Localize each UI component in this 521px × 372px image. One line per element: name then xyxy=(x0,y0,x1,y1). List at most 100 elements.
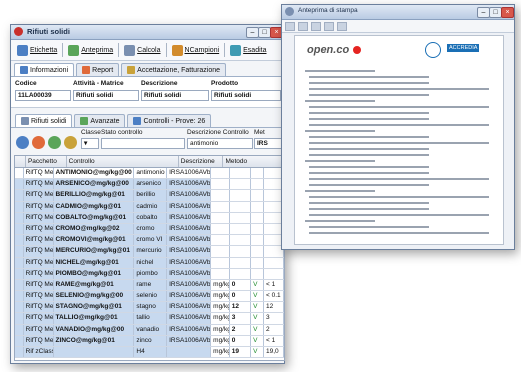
cell-value[interactable] xyxy=(229,235,252,246)
cell-ok[interactable] xyxy=(251,235,265,246)
cell-ok[interactable] xyxy=(251,190,265,201)
cell-value[interactable]: 0 xyxy=(229,291,252,302)
table-row[interactable]: RifTQ MetalliARSENICO@mg/kg@00arsenicoIR… xyxy=(15,179,284,191)
cell-ok[interactable] xyxy=(251,201,265,212)
cell-ok[interactable] xyxy=(251,223,265,235)
cell-ok[interactable]: V xyxy=(251,324,265,335)
tab-accettazione[interactable]: Accettazione, Fatturazione xyxy=(121,63,227,76)
subtab-avanzate[interactable]: Avanzate xyxy=(74,114,126,127)
first-page-icon[interactable] xyxy=(311,21,321,31)
cell-controllo[interactable]: CROMO@mg/kg@02 xyxy=(54,223,135,235)
stato-select[interactable] xyxy=(101,138,185,149)
cell-descrizione[interactable]: cadmio xyxy=(134,201,168,212)
cell-pacchetto[interactable]: RifTQ Metalli xyxy=(24,313,54,324)
cell-unit[interactable]: mg/kg xyxy=(211,335,230,346)
subtab-controlli[interactable]: Controlli - Prove: 26 xyxy=(127,114,212,127)
cell-result[interactable]: < 0.1 xyxy=(264,291,284,302)
cell-descrizione[interactable]: selenio xyxy=(134,291,168,302)
codice-field[interactable]: 11LA00039 xyxy=(15,90,71,101)
cell-controllo[interactable]: BERILLIO@mg/kg@01 xyxy=(54,190,135,201)
prev-page-icon[interactable] xyxy=(324,21,334,31)
cell-result[interactable]: < 1 xyxy=(264,279,284,291)
cell-value[interactable] xyxy=(229,223,252,235)
cell-descrizione[interactable]: vanadio xyxy=(134,324,168,335)
cell-metodo[interactable]: IRSA1006AVb019 xyxy=(167,324,212,335)
cell-ok[interactable] xyxy=(251,257,265,268)
tab-report[interactable]: Report xyxy=(76,63,120,76)
table-row[interactable]: RifTQ MetalliCROMO@mg/kg@02cromoIRSA1006… xyxy=(15,223,284,236)
cell-unit[interactable] xyxy=(211,190,230,201)
cell-ok[interactable] xyxy=(251,246,265,257)
etichetta-button[interactable]: Etichetta xyxy=(14,44,60,57)
cell-result[interactable]: < 1 xyxy=(264,335,284,346)
cell-ok[interactable]: V xyxy=(251,291,265,302)
cell-metodo[interactable]: IRSA1006AVb019 xyxy=(167,201,212,212)
cell-descrizione[interactable]: mercurio xyxy=(134,246,168,257)
cell-value[interactable] xyxy=(229,246,252,257)
cell-pacchetto[interactable]: RifTQ Metalli xyxy=(24,223,54,235)
cell-unit[interactable] xyxy=(211,257,230,268)
calcola-button[interactable]: Calcola xyxy=(121,44,163,57)
cell-pacchetto[interactable]: RifTQ Metalli xyxy=(24,235,54,246)
cell-metodo[interactable]: IRSA1006AVb019 xyxy=(167,302,212,313)
cell-result[interactable] xyxy=(264,257,284,268)
attivita-field[interactable]: Rifiuti solidi xyxy=(73,90,139,101)
cell-result[interactable] xyxy=(264,268,284,279)
cell-result[interactable]: 3 xyxy=(264,313,284,324)
cell-controllo[interactable]: ANTIMONIO@mg/kg@00 xyxy=(54,168,135,179)
cell-value[interactable]: 19 xyxy=(229,347,252,358)
cell-pacchetto[interactable]: RifTQ Metalli xyxy=(24,257,54,268)
cell-metodo[interactable]: IRSA1006AVb019 xyxy=(167,279,212,291)
cell-controllo[interactable]: ARSENICO@mg/kg@00 xyxy=(54,179,135,190)
cell-controllo[interactable]: CADMIO@mg/kg@01 xyxy=(54,201,135,212)
table-row[interactable]: RifTQ MetalliPIOMBO@mg/kg@01piomboIRSA10… xyxy=(15,268,284,280)
cell-descrizione[interactable]: cromo VI xyxy=(134,235,168,246)
table-row[interactable]: RifTQ MetalliZINCO@mg/kg@01zincoIRSA1006… xyxy=(15,335,284,347)
cell-descrizione[interactable]: piombo xyxy=(134,268,168,279)
cell-value[interactable]: 3 xyxy=(229,313,252,324)
cell-unit[interactable]: mg/kg xyxy=(211,347,230,358)
cell-controllo[interactable]: NICHEL@mg/kg@01 xyxy=(54,257,135,268)
descrizione-controllo-input[interactable]: antimonio xyxy=(187,138,253,149)
cell-controllo[interactable]: RAME@mg/kg@01 xyxy=(54,279,135,291)
cell-result[interactable]: 19,0 xyxy=(264,347,284,358)
cell-ok[interactable]: V xyxy=(251,347,265,358)
cell-descrizione[interactable]: nichel xyxy=(134,257,168,268)
cell-descrizione[interactable]: cromo xyxy=(134,223,168,235)
cell-value[interactable]: 0 xyxy=(229,279,252,291)
descrizione-field[interactable]: Rifiuti solidi xyxy=(141,90,209,101)
cell-result[interactable]: 2 xyxy=(264,324,284,335)
cell-controllo[interactable]: SELENIO@mg/kg@00 xyxy=(54,291,135,302)
subtab-rifiuti[interactable]: Rifiuti solidi xyxy=(15,114,73,127)
cell-metodo[interactable]: IRSA1006AVb019 xyxy=(167,291,212,302)
cell-descrizione[interactable]: antimonio xyxy=(134,168,168,179)
cell-unit[interactable] xyxy=(211,179,230,190)
table-row[interactable]: RifTQ MetalliMERCURIO@mg/kg@01mercurioIR… xyxy=(15,246,284,258)
esadita-button[interactable]: Esadita xyxy=(227,44,269,57)
cell-pacchetto[interactable]: RifTQ Metalli xyxy=(24,201,54,212)
cell-controllo[interactable]: CROMOVI@mg/kg@01 xyxy=(54,235,135,246)
cell-unit[interactable] xyxy=(211,223,230,235)
cell-descrizione[interactable]: tallio xyxy=(134,313,168,324)
cell-ok[interactable]: V xyxy=(251,313,265,324)
cell-metodo[interactable]: IRSA1006AVb019 xyxy=(167,257,212,268)
table-row[interactable]: RifTQ MetalliCROMOVI@mg/kg@01cromo VIIRS… xyxy=(15,235,284,247)
cell-value[interactable]: 0 xyxy=(229,335,252,346)
cell-unit[interactable] xyxy=(211,168,230,179)
met-input[interactable]: IRS xyxy=(254,138,282,149)
cell-value[interactable]: 12 xyxy=(229,302,252,313)
grid-header-descrizione[interactable]: Descrizione xyxy=(179,156,224,167)
cell-pacchetto[interactable]: RifTQ Metalli xyxy=(24,268,54,279)
cell-controllo[interactable]: STAGNO@mg/kg@01 xyxy=(54,302,135,313)
cell-pacchetto[interactable]: RifTQ Metalli xyxy=(24,335,54,346)
cell-ok[interactable] xyxy=(251,168,265,179)
cell-pacchetto[interactable]: RifTQ Metalli xyxy=(24,190,54,201)
cell-metodo[interactable]: IRSA1006AVb019 xyxy=(167,190,212,201)
table-row[interactable]: RifTQ MetalliCADMIO@mg/kg@01cadmioIRSA10… xyxy=(15,201,284,213)
cell-ok[interactable] xyxy=(251,268,265,279)
cell-controllo[interactable] xyxy=(54,347,135,358)
cell-descrizione[interactable]: berillio xyxy=(134,190,168,201)
cell-descrizione[interactable]: H4 xyxy=(134,347,168,358)
tab-informazioni[interactable]: Informazioni xyxy=(14,63,75,76)
cell-value[interactable] xyxy=(229,190,252,201)
